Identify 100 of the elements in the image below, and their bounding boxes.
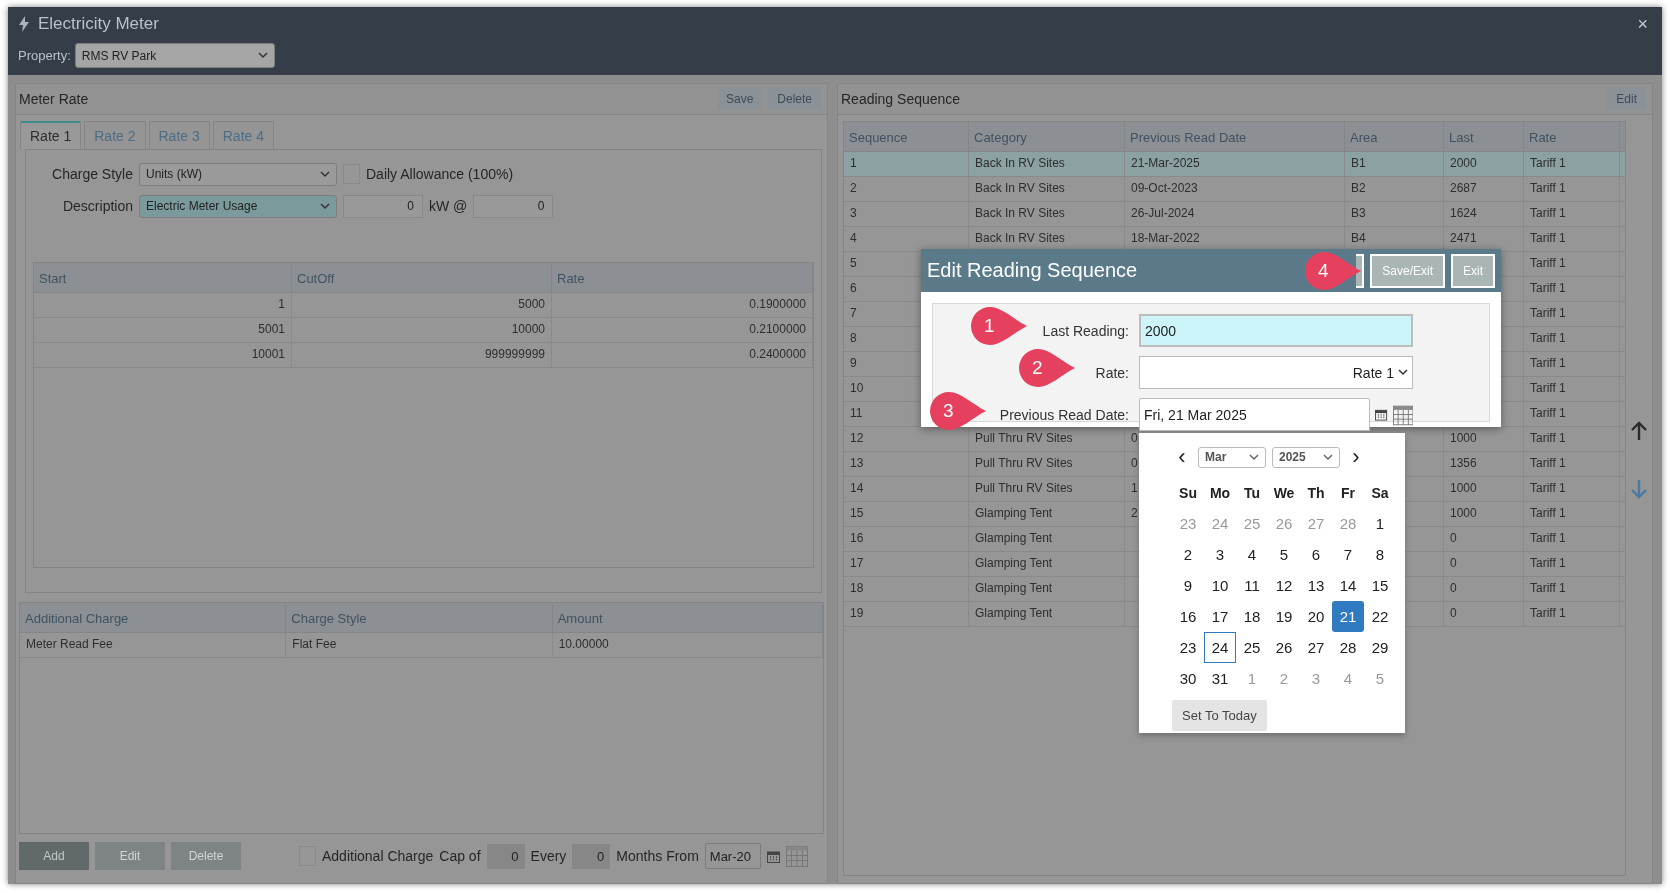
table-cell: Tariff 1 <box>1524 177 1620 201</box>
every-field[interactable]: 0 <box>572 843 611 869</box>
table-cell: 1000 <box>1444 477 1524 501</box>
table-cell: Glamping Tent <box>969 502 1125 526</box>
table-cell: Pull Thru RV Sites <box>969 477 1125 501</box>
calendar-day[interactable]: 20 <box>1300 601 1332 632</box>
table-cell: Tariff 1 <box>1524 227 1620 251</box>
table-row[interactable]: 2 Back In RV Sites 09-Oct-2023 B2 2687 Tariff 1 <box>844 177 1625 202</box>
description-select[interactable]: Electric Meter Usage <box>139 194 337 218</box>
column-header: Charge Style <box>286 603 553 632</box>
property-label: Property: <box>18 48 71 63</box>
table-cell: 1 <box>34 293 292 317</box>
table-cell: Tariff 1 <box>1524 402 1620 426</box>
lightning-icon <box>18 16 30 32</box>
table-cell: Tariff 1 <box>1524 277 1620 301</box>
calendar-day[interactable]: 27 <box>1300 632 1332 663</box>
calendar-icon[interactable] <box>1375 408 1388 421</box>
year-select[interactable]: 2025 <box>1272 446 1340 468</box>
calendar-day[interactable]: 11 <box>1236 570 1268 601</box>
up-arrow-icon[interactable] <box>1631 421 1647 441</box>
table-cell: Glamping Tent <box>969 577 1125 601</box>
table-row[interactable]: 1 Back In RV Sites 21-Mar-2025 B1 2000 Tariff 1 <box>844 152 1625 177</box>
cap-field[interactable]: 0 <box>486 843 525 869</box>
table-cell: Glamping Tent <box>969 602 1125 626</box>
charge-style-select[interactable]: Units (kW) <box>139 162 337 186</box>
table-cell: Tariff 1 <box>1524 252 1620 276</box>
calendar-day[interactable]: 10 <box>1204 570 1236 601</box>
table-cell: Glamping Tent <box>969 552 1125 576</box>
table-cell: Tariff 1 <box>1524 577 1620 601</box>
calendar-day[interactable]: 14 <box>1332 570 1364 601</box>
window-title: Electricity Meter <box>38 14 159 34</box>
calendar-day[interactable]: 22 <box>1364 601 1396 632</box>
column-header: Additional Charge <box>20 603 287 632</box>
calendar-day[interactable]: 19 <box>1268 601 1300 632</box>
calendar-day[interactable]: 24 <box>1204 632 1236 663</box>
calendar-day[interactable]: 31 <box>1204 663 1236 694</box>
table-cell: 14 <box>844 477 969 501</box>
calendar-day[interactable]: 28 <box>1332 632 1364 663</box>
table-cell: 09-Oct-2023 <box>1125 177 1345 201</box>
date-field[interactable]: Mar-20 <box>704 843 761 869</box>
table-cell: 0.2400000 <box>552 343 813 367</box>
caret-icon <box>1249 453 1259 461</box>
set-today-button[interactable]: Set To Today <box>1172 700 1267 731</box>
table-cell: Flat Fee <box>286 633 553 657</box>
table-cell: 16 <box>844 527 969 551</box>
dialog-button[interactable] <box>1356 253 1365 288</box>
calendar-day[interactable]: 29 <box>1364 632 1396 663</box>
calendar-day[interactable]: 21 <box>1332 601 1364 632</box>
calendar-day[interactable]: 18 <box>1236 601 1268 632</box>
table-cell: Pull Thru RV Sites <box>969 452 1125 476</box>
last-reading-field[interactable]: 2000 <box>1139 314 1413 347</box>
table-cell: Tariff 1 <box>1524 502 1620 526</box>
close-button[interactable]: × <box>1633 13 1652 35</box>
weekday-label: Sa <box>1370 483 1390 503</box>
table-cell: Back In RV Sites <box>969 202 1125 226</box>
price-field[interactable]: 0 <box>473 194 554 218</box>
table-cell: Tariff 1 <box>1524 477 1620 501</box>
calendar-day[interactable]: 15 <box>1364 570 1396 601</box>
table-row[interactable]: 3 Back In RV Sites 26-Jul-2024 B3 1624 Tariff 1 <box>844 202 1625 227</box>
calendar-day[interactable]: 17 <box>1204 601 1236 632</box>
table-cell: Tariff 1 <box>1524 377 1620 401</box>
date-field[interactable]: Fri, 21 Mar 2025 <box>1139 398 1371 431</box>
calendar-day[interactable]: 16 <box>1172 601 1204 632</box>
rate-select[interactable]: Rate 1 <box>1139 356 1413 389</box>
table-cell: 0 <box>1444 552 1524 576</box>
calendar-day[interactable]: 13 <box>1300 570 1332 601</box>
weekday-label: We <box>1272 483 1296 503</box>
caret-icon <box>320 202 330 210</box>
column-header: Area <box>1345 122 1444 151</box>
property-select[interactable]: RMS RV Park <box>74 43 275 68</box>
table-cell: 18 <box>844 577 969 601</box>
calendar-grid-icon[interactable] <box>1392 403 1413 426</box>
table-cell: 5000 <box>292 293 552 317</box>
table-cell: B3 <box>1345 202 1444 226</box>
field-label: Previous Read Date: <box>999 406 1129 423</box>
column-header: Previous Read Date <box>1125 122 1345 151</box>
table-cell: 10.00000 <box>552 633 823 657</box>
calendar-day[interactable]: 25 <box>1236 632 1268 663</box>
table-cell: 1356 <box>1444 452 1524 476</box>
table-cell: Tariff 1 <box>1524 302 1620 326</box>
rate-tab[interactable]: Rate 1 <box>20 121 82 149</box>
calendar-day[interactable]: 12 <box>1268 570 1300 601</box>
table-cell: 10000 <box>292 318 552 342</box>
quantity-field[interactable]: 0 <box>343 194 423 218</box>
calendar-day[interactable]: 30 <box>1172 663 1204 694</box>
caret-icon <box>257 52 268 59</box>
column-header: CutOff <box>292 263 552 292</box>
table-cell: 0 <box>1444 602 1524 626</box>
calendar-day[interactable]: 9 <box>1172 570 1204 601</box>
month-select[interactable]: Mar <box>1198 446 1266 468</box>
column-header: Category <box>969 122 1125 151</box>
table-cell: 13 <box>844 452 969 476</box>
table-cell: Tariff 1 <box>1524 327 1620 351</box>
table-cell: 17 <box>844 552 969 576</box>
calendar-day[interactable]: 23 <box>1172 632 1204 663</box>
table-cell: Tariff 1 <box>1524 602 1620 626</box>
calendar-day[interactable]: 26 <box>1268 632 1300 663</box>
panel-title: Reading Sequence <box>841 91 961 107</box>
field-label: Rate: <box>1095 364 1129 381</box>
table-cell: Back In RV Sites <box>969 177 1125 201</box>
